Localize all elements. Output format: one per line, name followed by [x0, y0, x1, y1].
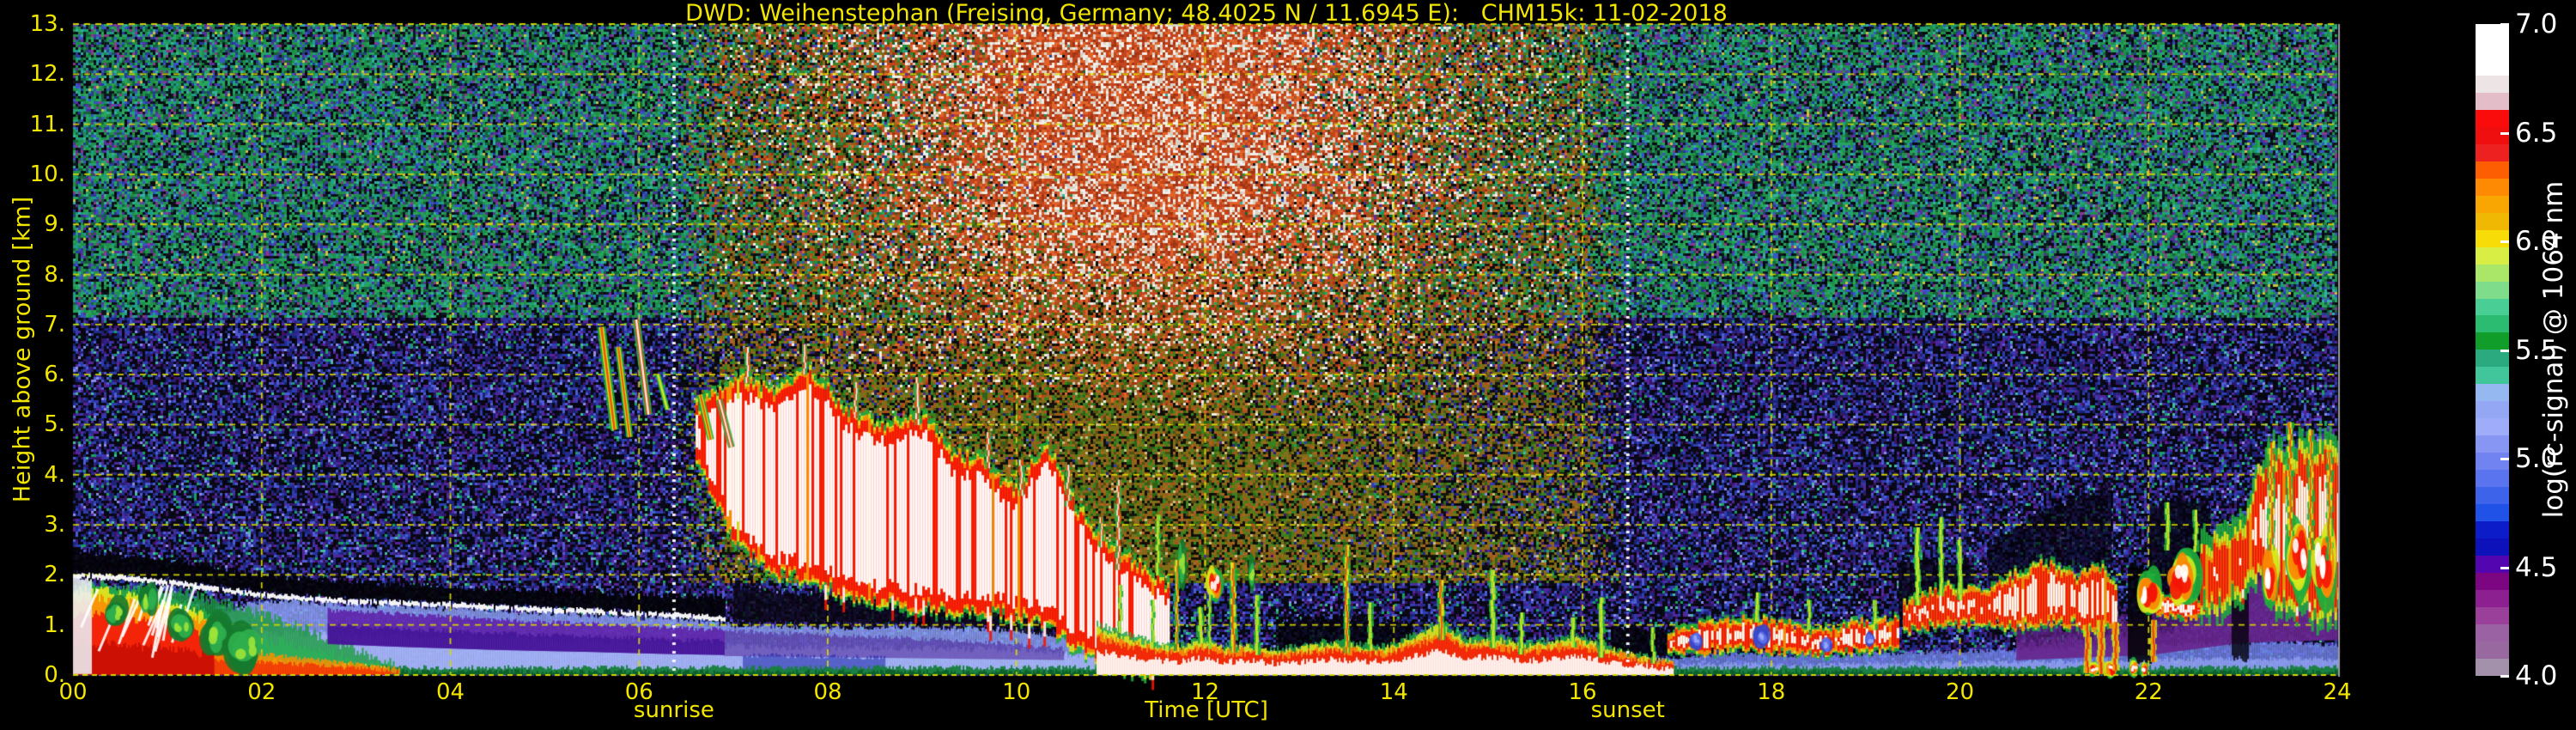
y-tick-label: 10. — [29, 161, 65, 187]
colorbar-tick-mark — [2500, 23, 2509, 26]
colorbar-segment — [2476, 470, 2509, 488]
colorbar-segment — [2476, 281, 2509, 299]
colorbar-segment — [2476, 161, 2509, 179]
colorbar-segment — [2476, 315, 2509, 333]
colorbar-segment — [2476, 195, 2509, 213]
x-tick-label: 16 — [1568, 679, 1597, 705]
colorbar-segment — [2476, 126, 2509, 144]
x-tick-label: 14 — [1379, 679, 1408, 705]
colorbar-segment — [2476, 521, 2509, 539]
x-tick-label: 02 — [247, 679, 276, 705]
y-tick-label: 7. — [44, 311, 65, 338]
ceilometer-quicklook: DWD: Weihenstephan (Freising, Germany; 4… — [0, 0, 2576, 730]
colorbar-segment — [2476, 58, 2509, 76]
colorbar-segment — [2476, 401, 2509, 419]
colorbar-segment — [2476, 350, 2509, 368]
colorbar-segment — [2476, 538, 2509, 557]
y-tick-label: 5. — [44, 411, 65, 438]
colorbar-segment — [2476, 658, 2509, 676]
y-tick-label: 11. — [29, 111, 65, 137]
colorbar-segment — [2476, 624, 2509, 642]
colorbar-segment — [2476, 418, 2509, 436]
y-tick-label: 3. — [44, 512, 65, 538]
colorbar-segment — [2476, 453, 2509, 471]
colorbar-tick-label: 5.0 — [2515, 443, 2558, 474]
x-tick-label: 24 — [2323, 679, 2352, 705]
colorbar-segment — [2476, 143, 2509, 161]
x-tick-label: 18 — [1757, 679, 1786, 705]
colorbar-tick-mark — [2500, 349, 2509, 352]
colorbar-segment — [2476, 435, 2509, 453]
colorbar-segment — [2476, 40, 2509, 58]
y-tick-label: 1. — [44, 611, 65, 638]
colorbar-segment — [2476, 264, 2509, 282]
colorbar-tick-mark — [2500, 566, 2509, 569]
colorbar-tick-mark — [2500, 240, 2509, 243]
heatmap-canvas — [0, 0, 2576, 730]
colorbar-segment — [2476, 573, 2509, 590]
colorbar-segment — [2476, 589, 2509, 607]
x-tick-label: 06 — [624, 679, 653, 705]
y-tick-label: 4. — [44, 461, 65, 488]
colorbar-tick-label: 4.0 — [2515, 660, 2558, 691]
colorbar-segment — [2476, 109, 2509, 127]
colorbar-tick-label: 5.5 — [2515, 334, 2558, 366]
colorbar-segment — [2476, 24, 2509, 41]
x-tick-label: 12 — [1190, 679, 1220, 705]
colorbar-segment — [2476, 298, 2509, 316]
colorbar-tick-mark — [2500, 675, 2509, 678]
colorbar-segment — [2476, 556, 2509, 573]
y-tick-label: 13. — [29, 11, 65, 37]
colorbar-tick-mark — [2500, 131, 2509, 135]
colorbar-segment — [2476, 212, 2509, 230]
colorbar-segment — [2476, 229, 2509, 247]
y-axis-label: Height above ground [km] — [9, 196, 36, 503]
colorbar-segment — [2476, 367, 2509, 385]
x-tick-label: 00 — [58, 679, 88, 705]
colorbar-tick-label: 4.5 — [2515, 551, 2558, 583]
x-tick-label: 10 — [1002, 679, 1031, 705]
colorbar-segment — [2476, 606, 2509, 624]
colorbar-segment — [2476, 178, 2509, 196]
colorbar-segment — [2476, 487, 2509, 505]
x-tick-label: 20 — [1945, 679, 1975, 705]
colorbar-segment — [2476, 332, 2509, 350]
plot-title: DWD: Weihenstephan (Freising, Germany; 4… — [685, 0, 1728, 27]
x-tick-label: 08 — [813, 679, 842, 705]
colorbar-tick-label: 6.0 — [2515, 226, 2558, 257]
colorbar-tick-label: 6.5 — [2515, 117, 2558, 149]
x-tick-label: 04 — [435, 679, 465, 705]
y-tick-label: 12. — [29, 61, 65, 88]
y-tick-label: 9. — [44, 211, 65, 238]
y-tick-label: 6. — [44, 362, 65, 388]
colorbar-tick-mark — [2500, 458, 2509, 460]
colorbar-segment — [2476, 504, 2509, 522]
colorbar-segment — [2476, 75, 2509, 93]
colorbar-segment — [2476, 246, 2509, 265]
colorbar-segment — [2476, 92, 2509, 110]
y-tick-label: 8. — [44, 261, 65, 288]
y-tick-label: 2. — [44, 562, 65, 588]
x-tick-label: 22 — [2134, 679, 2163, 705]
colorbar-segment — [2476, 641, 2509, 659]
colorbar-tick-label: 7.0 — [2515, 9, 2558, 40]
colorbar-segment — [2476, 384, 2509, 402]
